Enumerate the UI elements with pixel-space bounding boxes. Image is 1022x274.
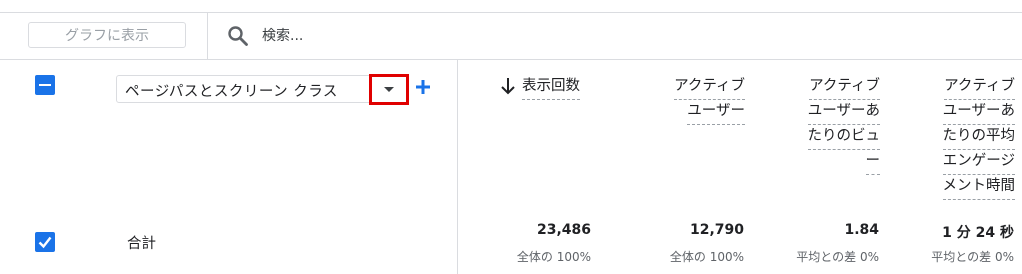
- search-input[interactable]: [262, 24, 562, 48]
- arrow-down-icon: [501, 78, 515, 95]
- toolbar-separator: [207, 13, 208, 59]
- caret-down-icon: [384, 87, 394, 92]
- total-active-users-share: 全体の 100%: [669, 250, 744, 264]
- metric-header-views-per-user[interactable]: アクティブ ユーザーあ たりのビュ ー: [780, 75, 880, 175]
- dimension-label: ページパスとスクリーン クラス: [125, 84, 338, 100]
- dimension-column-separator: [457, 60, 458, 274]
- total-row-checkbox[interactable]: [35, 232, 55, 252]
- metric-header-line: たりの平均: [942, 125, 1015, 150]
- search-icon: [228, 26, 248, 46]
- metric-header-line: アクティブ: [944, 75, 1015, 100]
- dimension-dropdown-button[interactable]: [369, 74, 409, 105]
- total-views-per-user-value: 1.84: [844, 222, 879, 238]
- metric-header-active-users[interactable]: アクティブ ユーザー: [650, 75, 745, 125]
- total-avg-engagement-diff: 平均との差 0%: [931, 250, 1014, 264]
- dimension-select[interactable]: ページパスとスクリーン クラス: [116, 75, 407, 103]
- metric-header-views[interactable]: 表示回数: [522, 75, 592, 100]
- select-all-checkbox[interactable]: [35, 75, 55, 95]
- metric-header-line: たりのビュ: [807, 125, 880, 150]
- total-active-users-value: 12,790: [689, 222, 744, 238]
- metric-header-line: 表示回数: [522, 75, 580, 100]
- metric-header-line: メント時間: [942, 175, 1015, 200]
- metric-header-line: エンゲージ: [942, 150, 1015, 175]
- metric-header-line: アクティブ: [674, 75, 745, 100]
- total-views-share: 全体の 100%: [516, 250, 591, 264]
- plus-icon: [416, 80, 430, 94]
- indeterminate-mark: [39, 84, 51, 86]
- metric-header-line: アクティブ: [809, 75, 880, 100]
- metric-header-line: ー: [865, 150, 880, 175]
- total-avg-engagement-value: 1 分 24 秒: [942, 225, 1014, 241]
- header-divider: [0, 59, 1022, 60]
- top-divider: [0, 12, 1022, 13]
- plot-graph-button[interactable]: グラフに表示: [28, 22, 186, 48]
- total-views-per-user-diff: 平均との差 0%: [796, 250, 879, 264]
- add-dimension-button[interactable]: [414, 76, 432, 98]
- metric-header-line: ユーザー: [687, 100, 745, 125]
- checkmark-icon: [38, 236, 52, 249]
- metric-header-avg-engagement-time[interactable]: アクティブ ユーザーあ たりの平均 エンゲージ メント時間: [915, 75, 1015, 200]
- total-row-label: 合計: [127, 236, 156, 252]
- total-views-value: 23,486: [536, 222, 591, 238]
- metric-header-line: ユーザーあ: [807, 100, 880, 125]
- metric-header-line: ユーザーあ: [942, 100, 1015, 125]
